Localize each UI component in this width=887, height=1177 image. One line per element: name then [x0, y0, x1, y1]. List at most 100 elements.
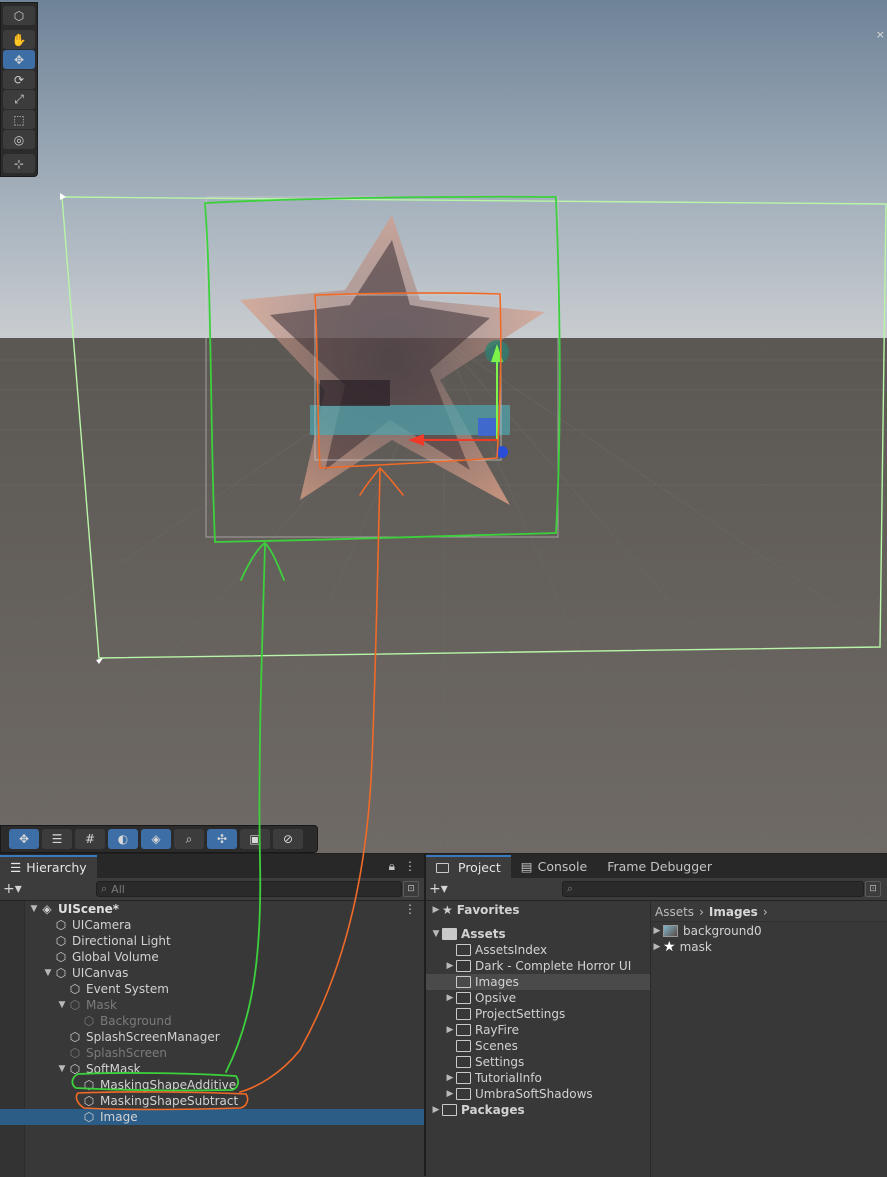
hierarchy-row-uiscene[interactable]: ▼ ◈ UIScene* ⋮	[0, 901, 424, 917]
expand-arrow-icon[interactable]: ▼	[42, 968, 54, 978]
layers-icon: ◈	[151, 832, 161, 846]
folder-row-opsive[interactable]: ▶ Opsive	[426, 990, 650, 1006]
scene-view[interactable]: ⬡ ✋ ✥ ⟳ ⤢ ⬚ ◎ ⊹ × ✥ ☰ # ◐ ◈ ⌕ ✣ ▣ ⊘	[0, 0, 887, 853]
folder-row-dark-complete-horror-ui[interactable]: ▶ Dark - Complete Horror UI	[426, 958, 650, 974]
folder-label: Images	[475, 975, 519, 989]
hierarchy-row-splashscreen[interactable]: ⬡ SplashScreen	[0, 1045, 424, 1061]
move-icon: ✥	[13, 52, 25, 67]
camera-button[interactable]: ▣	[240, 829, 270, 849]
project-panel: Project ▤ Console Frame Debugger +▾ ⌕ ⊡ …	[426, 853, 887, 1177]
folder-icon	[456, 976, 471, 988]
transform-tool-button[interactable]: ◎	[3, 130, 35, 149]
expand-arrow-icon[interactable]: ▼	[56, 1064, 68, 1074]
row-label: Event System	[86, 982, 169, 996]
hierarchy-row-uicamera[interactable]: ⬡ UICamera	[0, 917, 424, 933]
hierarchy-row-background[interactable]: ⬡ Background	[0, 1013, 424, 1029]
hierarchy-row-directional-light[interactable]: ⬡ Directional Light	[0, 933, 424, 949]
expand-arrow-icon[interactable]: ▶	[430, 1105, 442, 1115]
row-label: Mask	[86, 998, 117, 1012]
project-search-input[interactable]: ⌕ ⊡	[562, 881, 881, 897]
gameobject-cube-icon: ⬡	[69, 1030, 81, 1044]
breadcrumb: Assets › Images ›	[651, 902, 887, 922]
rotate-tool-button[interactable]: ⟳	[3, 70, 35, 89]
tab-frame-debugger[interactable]: Frame Debugger	[597, 855, 722, 878]
search-button[interactable]: ⌕	[174, 829, 204, 849]
gameobject-cube-icon: ⬡	[55, 934, 67, 948]
expand-arrow-icon[interactable]: ▶	[444, 1073, 456, 1083]
search-options-icon[interactable]: ⊡	[403, 881, 419, 897]
kebab-menu-icon[interactable]: ⋮	[404, 902, 416, 916]
add-button[interactable]: +▾	[0, 881, 29, 897]
hierarchy-row-softmask[interactable]: ▼ ⬡ SoftMask	[0, 1061, 424, 1077]
folder-row-tutorialinfo[interactable]: ▶ TutorialInfo	[426, 1070, 650, 1086]
move-tool-button[interactable]: ✥	[3, 50, 35, 69]
hierarchy-row-uicanvas[interactable]: ▼ ⬡ UICanvas	[0, 965, 424, 981]
expand-arrow-icon[interactable]: ▶	[444, 1089, 456, 1099]
folder-row-images[interactable]: Images	[426, 974, 650, 990]
cube-icon[interactable]: ⬡	[3, 6, 35, 25]
list-icon: ☰	[10, 860, 22, 875]
folder-row-packages[interactable]: ▶ Packages	[426, 1102, 650, 1118]
hand-tool-button[interactable]: ✋	[3, 30, 35, 49]
scene-overlay-toolbar: ✥ ☰ # ◐ ◈ ⌕ ✣ ▣ ⊘	[0, 825, 318, 853]
tab-project[interactable]: Project	[426, 855, 511, 878]
expand-arrow[interactable]: ▶	[651, 926, 663, 936]
breadcrumb-images[interactable]: Images	[709, 905, 758, 919]
scale-tool-button[interactable]: ⤢	[3, 90, 35, 109]
close-icon[interactable]: ×	[876, 28, 885, 41]
folder-row-assetsindex[interactable]: AssetsIndex	[426, 942, 650, 958]
hierarchy-row-image[interactable]: ⬡ Image	[0, 1109, 424, 1125]
search-options-icon[interactable]: ⊡	[865, 881, 881, 897]
grid-button[interactable]: #	[75, 829, 105, 849]
tab-hierarchy[interactable]: ☰ Hierarchy	[0, 855, 97, 878]
expand-arrow-icon[interactable]: ▶	[444, 993, 456, 1003]
expand-arrow-icon[interactable]: ▶	[430, 905, 442, 915]
lock-icon[interactable]: 🔒︎	[389, 859, 395, 874]
sliders-icon: ☰	[51, 832, 63, 846]
compass-button[interactable]: ⊘	[273, 829, 303, 849]
move-overlay-button[interactable]: ✥	[9, 829, 39, 849]
file-item-mask[interactable]: ▶ ★ mask	[651, 939, 887, 955]
breadcrumb-assets[interactable]: Assets	[655, 905, 694, 919]
grid-icon: #	[84, 832, 96, 846]
rect-tool-button[interactable]: ⬚	[3, 110, 35, 129]
folder-label: Packages	[461, 1103, 525, 1117]
file-label: background0	[683, 924, 762, 938]
expand-arrow-icon[interactable]: ▼	[28, 904, 40, 914]
expand-arrow-icon[interactable]: ▶	[444, 1025, 456, 1035]
layers-button[interactable]: ◈	[141, 829, 171, 849]
kebab-menu-icon[interactable]: ⋮	[404, 859, 416, 874]
hierarchy-row-global-volume[interactable]: ⬡ Global Volume	[0, 949, 424, 965]
folder-row-scenes[interactable]: Scenes	[426, 1038, 650, 1054]
gameobject-cube-icon: ⬡	[69, 1062, 81, 1076]
expand-arrow-icon[interactable]: ▼	[56, 1000, 68, 1010]
hierarchy-row-mask[interactable]: ▼ ⬡ Mask	[0, 997, 424, 1013]
folder-row-projectsettings[interactable]: ProjectSettings	[426, 1006, 650, 1022]
custom-tool-button[interactable]: ⊹	[3, 154, 35, 173]
pivot-button[interactable]: ✣	[207, 829, 237, 849]
hierarchy-row-event-system[interactable]: ⬡ Event System	[0, 981, 424, 997]
folder-row-favorites[interactable]: ▶ ★ Favorites	[426, 902, 650, 918]
folder-row-umbrasoftshadows[interactable]: ▶ UmbraSoftShadows	[426, 1086, 650, 1102]
hierarchy-row-maskingshapeadditive[interactable]: ⬡ MaskingShapeAdditive	[0, 1077, 424, 1093]
folder-icon	[442, 1104, 457, 1116]
expand-arrow[interactable]: ▶	[651, 942, 663, 952]
expand-arrow-icon[interactable]: ▼	[430, 929, 442, 939]
shading-icon: ◐	[117, 832, 129, 846]
folder-row-assets[interactable]: ▼ Assets	[426, 926, 650, 942]
project-tabbar: Project ▤ Console Frame Debugger	[426, 854, 887, 878]
hierarchy-row-maskingshapesubtract[interactable]: ⬡ MaskingShapeSubtract	[0, 1093, 424, 1109]
create-button[interactable]: +▾	[426, 881, 455, 897]
chevron-right-icon: ›	[762, 904, 768, 919]
file-item-background0[interactable]: ▶ background0	[651, 923, 887, 939]
hierarchy-search-input[interactable]: ⌕ All ⊡	[96, 881, 419, 897]
tab-console[interactable]: ▤ Console	[511, 855, 597, 878]
hierarchy-row-splashscreenmanager[interactable]: ⬡ SplashScreenManager	[0, 1029, 424, 1045]
shading-button[interactable]: ◐	[108, 829, 138, 849]
folder-row-settings[interactable]: Settings	[426, 1054, 650, 1070]
folder-label: Scenes	[475, 1039, 518, 1053]
folder-row-rayfire[interactable]: ▶ RayFire	[426, 1022, 650, 1038]
row-label: UIScene*	[58, 902, 120, 916]
expand-arrow-icon[interactable]: ▶	[444, 961, 456, 971]
sliders-button[interactable]: ☰	[42, 829, 72, 849]
